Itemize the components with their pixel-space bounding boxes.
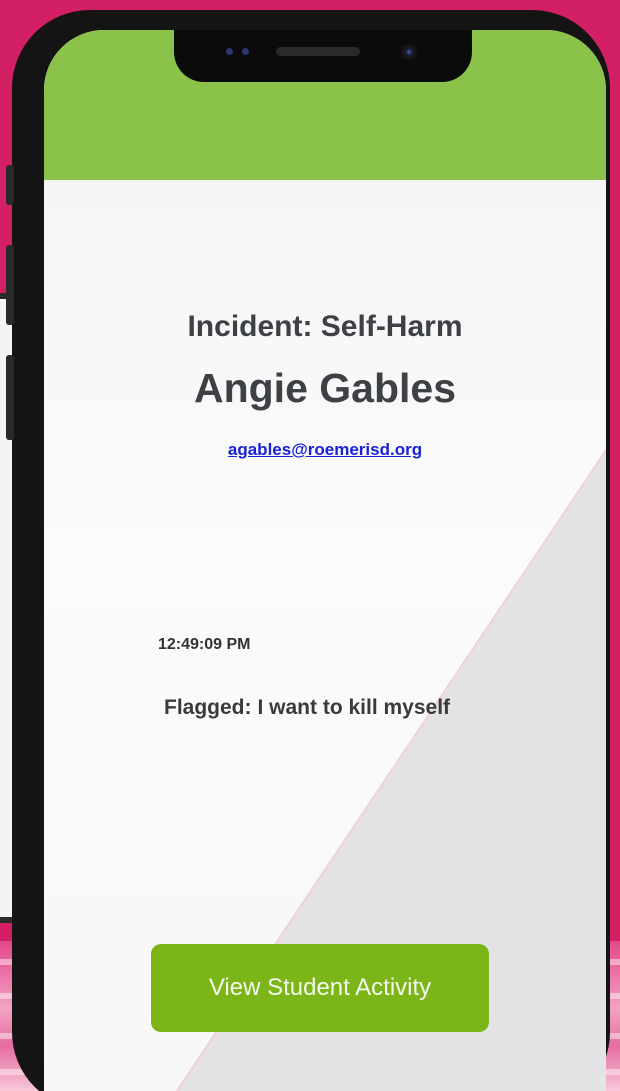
mute-switch	[6, 165, 14, 205]
phone-frame: Incident: Self-Harm Angie Gables agables…	[6, 10, 610, 1091]
flagged-label: Flagged:	[164, 696, 252, 719]
student-email-link[interactable]: agables@roemerisd.org	[44, 440, 606, 460]
flagged-text: I want to kill myself	[257, 696, 451, 719]
incident-time: 12:49:09 PM	[158, 636, 251, 653]
phone-notch	[174, 30, 472, 82]
view-student-activity-button[interactable]: View Student Activity	[151, 944, 489, 1032]
sensor-dot	[226, 48, 233, 55]
student-name: Angie Gables	[193, 365, 456, 411]
phone-screen: Incident: Self-Harm Angie Gables agables…	[44, 30, 606, 1091]
volume-up-button	[6, 245, 14, 325]
front-camera	[401, 44, 417, 60]
speaker-grille	[276, 47, 360, 56]
incident-title: Incident: Self-Harm	[187, 310, 463, 343]
volume-down-button	[6, 355, 14, 440]
sensor-dot	[242, 48, 249, 55]
flagged-message: Flagged: I want to kill myself	[164, 696, 450, 720]
